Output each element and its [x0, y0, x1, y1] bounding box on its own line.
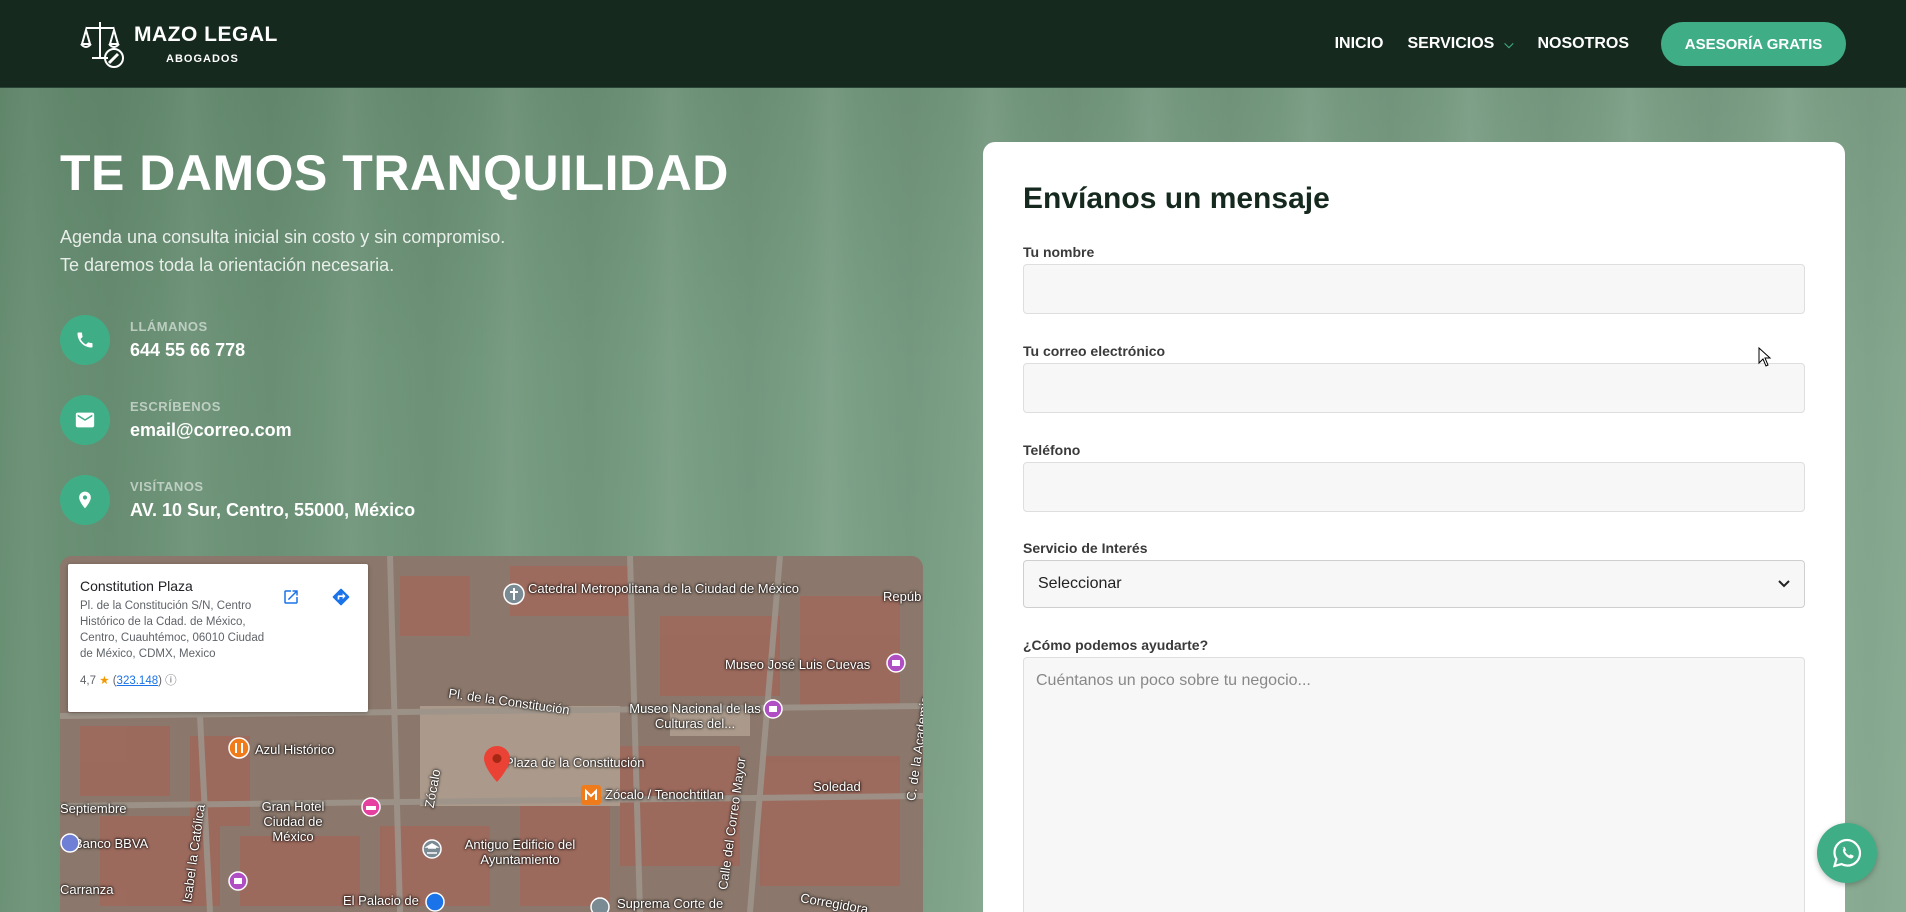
message-textarea[interactable] — [1023, 657, 1805, 912]
museum-poi-icon[interactable] — [886, 653, 906, 673]
church-poi-icon[interactable] — [503, 583, 525, 605]
free-consultation-button[interactable]: ASESORÍA GRATIS — [1661, 22, 1846, 66]
site-header: MAZO LEGAL ABOGADOS INICIO SERVICIOS ⌵ N… — [0, 0, 1906, 88]
map-reviews-link[interactable]: 323.148 — [117, 675, 159, 687]
location-pin-icon-circle — [60, 475, 110, 525]
hero-subtitle-line-2: Te daremos toda la orientación necesaria… — [60, 255, 395, 275]
name-field: Tu nombre — [1023, 244, 1805, 314]
brand-tagline: ABOGADOS — [166, 53, 239, 65]
contact-address[interactable]: VISÍTANOS AV. 10 Sur, Centro, 55000, Méx… — [60, 475, 415, 525]
nav-item-servicios[interactable]: SERVICIOS ⌵ — [1407, 35, 1513, 53]
map-place-card: Constitution Plaza Pl. de la Constitució… — [68, 564, 368, 712]
phone-label: Teléfono — [1023, 442, 1081, 458]
nav-item-nosotros[interactable]: NOSOTROS — [1537, 35, 1629, 53]
map-label-banco: Banco BBVA — [74, 836, 149, 851]
embedded-map[interactable]: Constitution Plaza Pl. de la Constitució… — [60, 556, 923, 912]
government-poi-icon[interactable] — [422, 839, 442, 859]
external-link-icon — [284, 590, 298, 604]
map-label-suprema: Suprema Corte de — [617, 896, 724, 911]
museum-poi-icon-2[interactable] — [763, 699, 783, 719]
hero-subtitle-line-1: Agenda una consulta inicial sin costo y … — [60, 227, 506, 247]
hotel-poi-icon[interactable] — [361, 797, 381, 817]
contact-address-value: AV. 10 Sur, Centro, 55000, México — [130, 500, 416, 520]
mouse-cursor-icon — [1758, 347, 1772, 367]
hero-subtitle: Agenda una consulta inicial sin costo y … — [60, 223, 505, 279]
map-place-name: Constitution Plaza — [80, 578, 193, 594]
metro-station-icon[interactable] — [580, 784, 602, 806]
mail-icon — [75, 412, 95, 428]
contact-phone-label: LLÁMANOS — [130, 319, 208, 334]
map-label-culturas: Museo Nacional de las Culturas del... — [629, 701, 761, 731]
map-label-catedral: Catedral Metropolitana de la Ciudad de M… — [528, 581, 799, 596]
map-label-soledad: Soledad — [813, 779, 861, 794]
contact-form-card: Envíanos un mensaje Tu nombre Tu correo … — [983, 142, 1845, 912]
government-poi-icon-2[interactable] — [425, 892, 445, 912]
bank-poi-icon[interactable] — [60, 833, 80, 853]
map-label-plaza: Plaza de la Constitución — [505, 755, 645, 770]
nav-item-servicios-label: SERVICIOS — [1407, 35, 1495, 52]
message-label: ¿Cómo podemos ayudarte? — [1023, 637, 1209, 653]
name-input[interactable] — [1023, 264, 1805, 314]
map-label-repub: Repúb — [883, 589, 922, 604]
map-marker-icon[interactable] — [484, 746, 510, 782]
location-pin-icon — [79, 491, 91, 509]
phone-icon — [77, 332, 93, 348]
contact-email-value: email@correo.com — [130, 420, 292, 440]
map-label-cuevas: Museo José Luis Cuevas — [725, 657, 871, 672]
email-field: Tu correo electrónico — [1023, 343, 1805, 413]
contact-phone-value: 644 55 66 778 — [130, 340, 246, 360]
map-label-gran-hotel: Gran Hotel Ciudad de México — [261, 799, 325, 844]
brand-logo[interactable]: MAZO LEGAL ABOGADOS — [78, 18, 278, 70]
contact-address-label: VISÍTANOS — [130, 479, 204, 494]
mail-icon-circle — [60, 395, 110, 445]
map-label-palacio: El Palacio de — [343, 893, 419, 908]
service-select[interactable]: Seleccionar — [1023, 560, 1805, 608]
chevron-down-icon — [1778, 580, 1790, 588]
restaurant-poi-icon[interactable] — [228, 737, 250, 759]
phone-field: Teléfono — [1023, 442, 1805, 512]
scales-of-justice-icon — [80, 22, 124, 68]
map-label-zocalo-metro: Zócalo / Tenochtitlan — [605, 787, 724, 802]
chevron-down-icon: ⌵ — [1504, 36, 1514, 51]
phone-icon-circle — [60, 315, 110, 365]
map-label-septiembre: Septiembre — [60, 801, 127, 816]
open-in-maps-button[interactable] — [278, 584, 304, 610]
email-input[interactable] — [1023, 363, 1805, 413]
museum-poi-icon-3[interactable] — [228, 871, 248, 891]
whatsapp-icon — [1832, 838, 1862, 868]
info-icon[interactable]: ⓘ — [165, 675, 177, 687]
government-poi-icon-3[interactable] — [590, 897, 610, 912]
brand-name: MAZO LEGAL — [134, 23, 278, 46]
email-label: Tu correo electrónico — [1023, 343, 1166, 359]
message-field: ¿Cómo podemos ayudarte? — [1023, 637, 1805, 912]
service-selected-value: Seleccionar — [1038, 575, 1122, 592]
map-place-address: Pl. de la Constitución S/N, Centro Histó… — [80, 600, 265, 660]
service-field: Servicio de Interés Seleccionar — [1023, 540, 1805, 608]
directions-button[interactable] — [328, 584, 354, 610]
hero-title: TE DAMOS TRANQUILIDAD — [60, 145, 729, 201]
name-label: Tu nombre — [1023, 244, 1095, 260]
phone-input[interactable] — [1023, 462, 1805, 512]
nav-item-inicio[interactable]: INICIO — [1335, 35, 1384, 53]
directions-icon — [332, 588, 350, 606]
map-label-antiguo: Antiguo Edificio del Ayuntamiento — [464, 837, 576, 867]
form-title: Envíanos un mensaje — [1023, 182, 1330, 215]
contact-email-label: ESCRÍBENOS — [130, 399, 221, 414]
whatsapp-chat-button[interactable] — [1817, 823, 1877, 883]
contact-email[interactable]: ESCRÍBENOS email@correo.com — [60, 395, 292, 445]
main-nav: INICIO SERVICIOS ⌵ NOSOTROS ASESORÍA GRA… — [1335, 22, 1846, 66]
map-rating-value: 4,7 — [80, 675, 96, 687]
star-icon: ★ — [99, 675, 110, 687]
map-label-azul: Azul Histórico — [255, 742, 335, 757]
map-label-carranza: Carranza — [60, 882, 114, 897]
service-label: Servicio de Interés — [1023, 540, 1148, 556]
contact-phone[interactable]: LLÁMANOS 644 55 66 778 — [60, 315, 245, 365]
map-place-rating: 4,7 ★ (323.148) ⓘ — [80, 675, 177, 687]
